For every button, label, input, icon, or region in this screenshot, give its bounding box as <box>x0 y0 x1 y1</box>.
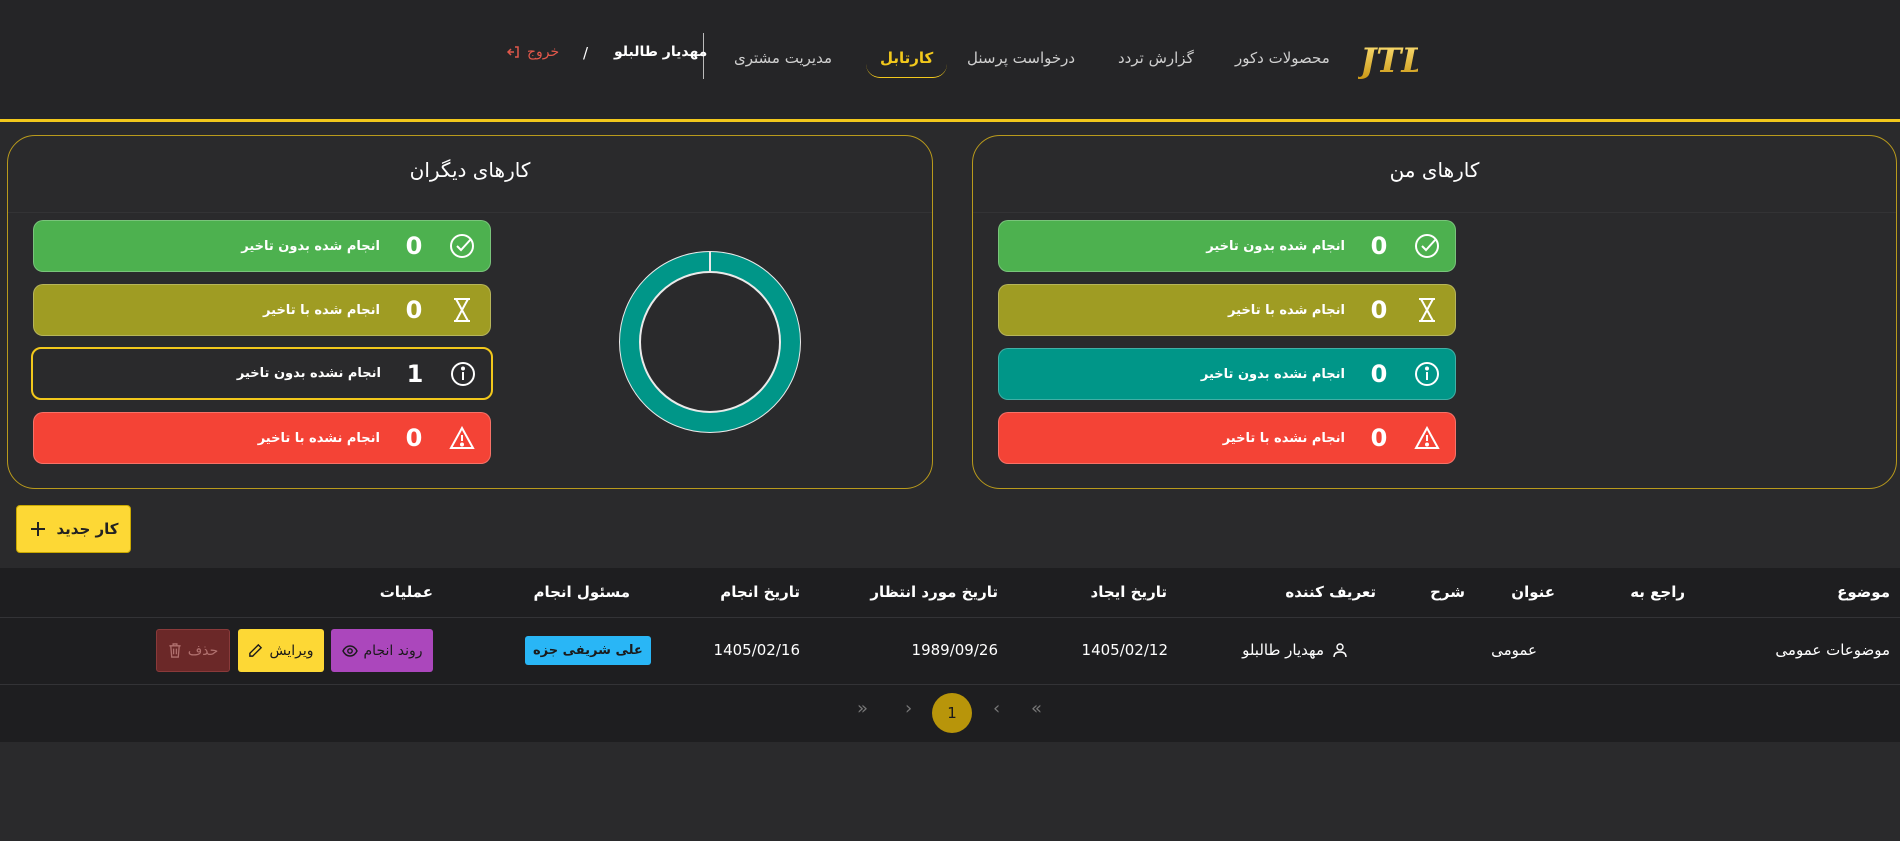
col-title[interactable]: عنوان <box>1511 583 1555 601</box>
warning-icon <box>1413 424 1441 452</box>
my-tasks-title: کارهای من <box>1389 158 1480 182</box>
user-icon <box>1333 643 1347 658</box>
stat-value: 0 <box>1370 296 1388 324</box>
panel-divider <box>973 212 1896 213</box>
stat-value: 0 <box>1370 360 1388 388</box>
others-stat-pending-late[interactable]: 0 انجام نشده با تاخیر <box>33 412 491 464</box>
stat-label: انجام شده بدون تاخیر <box>241 238 380 254</box>
pencil-icon <box>249 643 263 657</box>
others-tasks-panel: کارهای دیگران 0 انجام شده بدون تاخیر 0 ا… <box>7 135 933 489</box>
pagination-last[interactable]: » <box>857 698 868 719</box>
top-header: JTD محصولات دکور گزارش تردد درخواست پرسن… <box>0 0 1900 122</box>
nav-decor-products[interactable]: محصولات دکور <box>1221 40 1344 78</box>
stat-label: انجام شده با تاخیر <box>263 302 380 318</box>
panel-divider <box>8 212 932 213</box>
col-refer[interactable]: راجع به <box>1630 583 1685 601</box>
delete-label: حذف <box>187 642 219 659</box>
my-tasks-panel: کارهای من 0 انجام شده بدون تاخیر 0 انجام… <box>972 135 1897 489</box>
col-operations: عملیات <box>379 583 433 601</box>
warning-icon <box>448 424 476 452</box>
col-subject[interactable]: موضوع <box>1837 583 1890 601</box>
nav-cartable[interactable]: کارتابل <box>866 40 948 78</box>
col-assignee[interactable]: مسئول انجام <box>533 583 630 601</box>
cell-definer: مهدیار طالبلو <box>1242 641 1348 659</box>
stat-value: 0 <box>405 232 423 260</box>
edit-button[interactable]: ویرایش <box>238 629 324 672</box>
cell-done: 1405/02/16 <box>713 641 800 659</box>
check-circle-icon <box>448 232 476 260</box>
stat-value: 1 <box>406 359 424 388</box>
stat-label: انجام نشده بدون تاخیر <box>1200 366 1345 382</box>
user-name: مهدیار طالبلو <box>614 44 708 60</box>
tasks-donut-chart <box>619 251 801 433</box>
user-separator: / <box>583 44 589 62</box>
pagination-prev[interactable]: ‹ <box>993 698 1000 719</box>
nav-attendance-report[interactable]: گزارش تردد <box>1104 40 1208 78</box>
others-stat-pending-on-time[interactable]: 1 انجام نشده بدون تاخیر <box>31 347 493 400</box>
cell-subject: موضوعات عمومی <box>1775 641 1890 659</box>
stat-label: انجام نشده با تاخیر <box>1222 430 1345 446</box>
col-created[interactable]: تاریخ ایجاد <box>1091 583 1167 601</box>
nav-customer-management[interactable]: مدیریت مشتری <box>720 40 846 78</box>
stat-value: 0 <box>405 296 423 324</box>
edit-label: ویرایش <box>269 642 314 659</box>
logout-icon <box>506 46 519 58</box>
stat-value: 0 <box>405 424 423 452</box>
stat-value: 0 <box>1370 232 1388 260</box>
col-definer[interactable]: تعریف کننده <box>1285 583 1376 601</box>
hourglass-icon <box>448 296 476 324</box>
my-stat-done-late[interactable]: 0 انجام شده با تاخیر <box>998 284 1456 336</box>
stat-value: 0 <box>1370 424 1388 452</box>
others-stat-done-late[interactable]: 0 انجام شده با تاخیر <box>33 284 491 336</box>
col-desc[interactable]: شرح <box>1430 583 1465 601</box>
row-divider <box>0 684 1900 685</box>
eye-icon <box>341 644 358 657</box>
company-logo[interactable]: JTD <box>1358 32 1418 82</box>
pagination-current-page[interactable]: 1 <box>932 693 972 733</box>
my-stat-done-on-time[interactable]: 0 انجام شده بدون تاخیر <box>998 220 1456 272</box>
delete-button[interactable]: حذف <box>156 629 230 672</box>
assignee-badge[interactable]: علی شریفی جزه <box>525 636 651 665</box>
cell-expected: 1989/09/26 <box>911 641 998 659</box>
plus-icon <box>30 522 45 536</box>
check-circle-icon <box>1413 232 1441 260</box>
others-stat-done-on-time[interactable]: 0 انجام شده بدون تاخیر <box>33 220 491 272</box>
logout-label: خروج <box>527 44 560 60</box>
header-divider <box>0 617 1900 618</box>
trash-icon <box>169 643 181 658</box>
col-done[interactable]: تاریخ انجام <box>720 583 800 601</box>
pagination-first[interactable]: « <box>1031 698 1042 719</box>
info-icon <box>1413 360 1441 388</box>
others-tasks-title: کارهای دیگران <box>409 158 531 182</box>
pagination-next[interactable]: › <box>905 698 912 719</box>
col-expected[interactable]: تاریخ مورد انتظار <box>870 583 998 601</box>
info-icon <box>449 360 477 388</box>
nav-personnel-request[interactable]: درخواست پرسنل <box>953 40 1089 78</box>
new-task-button[interactable]: کار جدید <box>16 505 131 553</box>
svg-text:JTD: JTD <box>1358 41 1418 81</box>
cell-created: 1405/02/12 <box>1081 641 1168 659</box>
stat-label: انجام شده بدون تاخیر <box>1206 238 1345 254</box>
my-stat-pending-late[interactable]: 0 انجام نشده با تاخیر <box>998 412 1456 464</box>
view-flow-label: روند انجام <box>363 642 423 659</box>
definer-name: مهدیار طالبلو <box>1242 641 1324 659</box>
my-stat-pending-on-time[interactable]: 0 انجام نشده بدون تاخیر <box>998 348 1456 400</box>
cell-title: عمومی <box>1491 641 1537 659</box>
hourglass-icon <box>1413 296 1441 324</box>
stat-label: انجام شده با تاخیر <box>1228 302 1345 318</box>
new-task-label: کار جدید <box>56 520 119 538</box>
view-flow-button[interactable]: روند انجام <box>331 629 433 672</box>
stat-label: انجام نشده با تاخیر <box>257 430 380 446</box>
stat-label: انجام نشده بدون تاخیر <box>236 366 381 381</box>
logout-link[interactable]: خروج <box>505 44 559 60</box>
